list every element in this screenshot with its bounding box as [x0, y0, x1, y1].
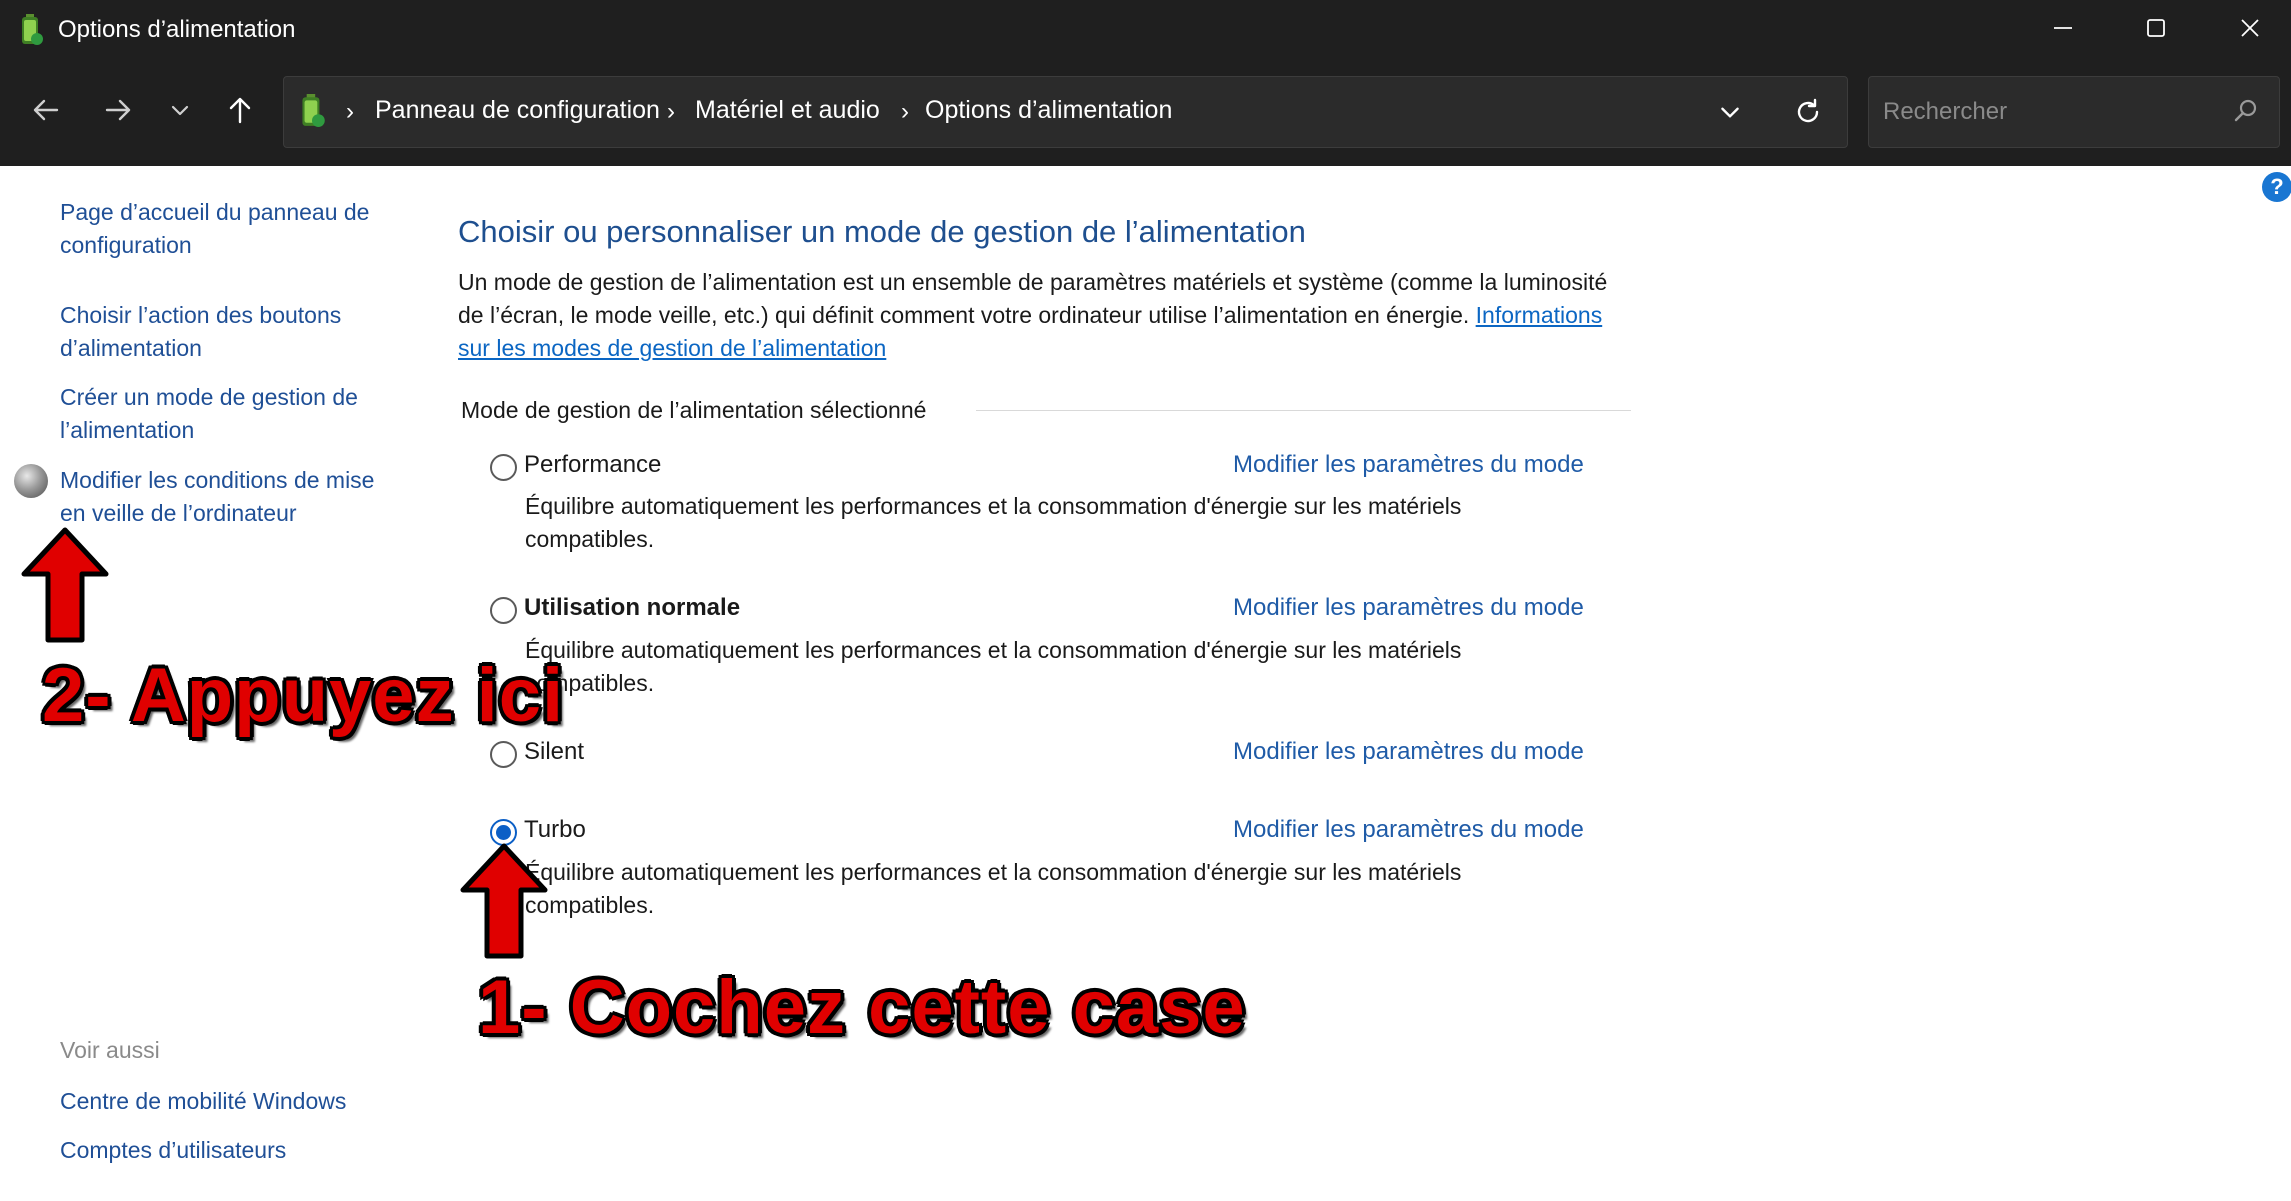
plan-name-turbo[interactable]: Turbo [524, 816, 586, 844]
battery-icon [18, 14, 44, 51]
minimize-icon [2052, 17, 2074, 44]
sidebar-link-power-buttons[interactable]: Choisir l’action des boutons d’alimentat… [60, 299, 400, 365]
address-bar[interactable]: › Panneau de configuration › Matériel et… [283, 76, 1848, 148]
plan-settings-link-balanced[interactable]: Modifier les paramètres du mode [1233, 594, 1584, 622]
sidebar-link-create-plan[interactable]: Créer un mode de gestion de l’alimentati… [60, 381, 400, 447]
window-title: Options d’alimentation [58, 16, 296, 43]
plan-desc-balanced: Équilibre automatiquement les performanc… [525, 637, 1462, 696]
arrow-right-icon [103, 95, 133, 130]
navigation-bar: › Panneau de configuration › Matériel et… [0, 60, 2291, 166]
section-divider [976, 410, 1631, 411]
arrow-up-icon [225, 95, 255, 130]
breadcrumb-control-panel[interactable]: Panneau de configuration [375, 96, 660, 125]
address-dropdown-button[interactable] [1717, 99, 1743, 130]
maximize-button[interactable] [2108, 0, 2204, 60]
section-label: Mode de gestion de l’alimentation sélect… [461, 397, 927, 423]
plan-desc-performance: Équilibre automatiquement les performanc… [525, 493, 1462, 552]
close-icon [2239, 17, 2261, 44]
annotation-step-1: 1- Cochez cette case [478, 965, 1246, 1050]
annotation-arrow-up-icon [460, 843, 548, 959]
up-button[interactable] [212, 84, 268, 140]
chevron-down-icon [1717, 107, 1743, 129]
plan-name-performance[interactable]: Performance [524, 451, 661, 479]
battery-icon [298, 94, 326, 133]
plan-settings-link-performance[interactable]: Modifier les paramètres du mode [1233, 451, 1584, 479]
maximize-icon [2145, 17, 2167, 44]
plan-radio-silent[interactable] [490, 741, 517, 768]
see-also-label: Voir aussi [60, 1037, 160, 1063]
help-icon[interactable]: ? [2262, 172, 2291, 202]
search-input[interactable] [1883, 95, 2203, 129]
breadcrumb-power-options[interactable]: Options d’alimentation [925, 96, 1172, 125]
title-bar: Options d’alimentation [0, 0, 2291, 60]
plan-name-balanced[interactable]: Utilisation normale [524, 594, 740, 622]
page-description: Un mode de gestion de l’alimentation est… [458, 266, 1608, 365]
content-area: ? Page d’accueil du panneau de configura… [0, 166, 2291, 1201]
plan-settings-link-turbo[interactable]: Modifier les paramètres du mode [1233, 816, 1584, 844]
recent-locations-button[interactable] [152, 84, 208, 140]
breadcrumb-hardware-audio[interactable]: Matériel et audio [695, 96, 880, 125]
breadcrumb-separator: › [901, 98, 909, 125]
sidebar-link-user-accounts[interactable]: Comptes d’utilisateurs [60, 1134, 400, 1167]
minimize-button[interactable] [2015, 0, 2111, 60]
arrow-left-icon [31, 95, 61, 130]
sidebar-link-mobility-center[interactable]: Centre de mobilité Windows [60, 1085, 400, 1118]
annotation-step-2: 2- Appuyez ici [42, 653, 565, 738]
page-title: Choisir ou personnaliser un mode de gest… [458, 214, 1306, 249]
close-button[interactable] [2202, 0, 2291, 60]
search-box[interactable] [1868, 76, 2280, 148]
plan-radio-performance[interactable] [490, 454, 517, 481]
sidebar-link-control-panel-home[interactable]: Page d’accueil du panneau de configurati… [60, 196, 400, 262]
description-text: Un mode de gestion de l’alimentation est… [458, 269, 1608, 328]
plan-desc-turbo: Équilibre automatiquement les performanc… [525, 859, 1462, 918]
plan-radio-balanced[interactable] [490, 597, 517, 624]
search-icon[interactable] [2233, 98, 2259, 129]
sidebar-link-sleep-settings[interactable]: Modifier les conditions de mise en veill… [60, 464, 400, 530]
annotation-arrow-up-icon [21, 527, 109, 643]
breadcrumb-separator: › [667, 98, 675, 125]
shield-globe-icon [14, 464, 48, 498]
forward-button[interactable] [90, 84, 146, 140]
plan-name-silent[interactable]: Silent [524, 738, 584, 766]
chevron-down-icon [168, 98, 192, 127]
refresh-button[interactable] [1793, 97, 1823, 132]
plan-settings-link-silent[interactable]: Modifier les paramètres du mode [1233, 738, 1584, 766]
refresh-icon [1793, 98, 1823, 131]
back-button[interactable] [18, 84, 74, 140]
breadcrumb-separator: › [346, 98, 354, 125]
